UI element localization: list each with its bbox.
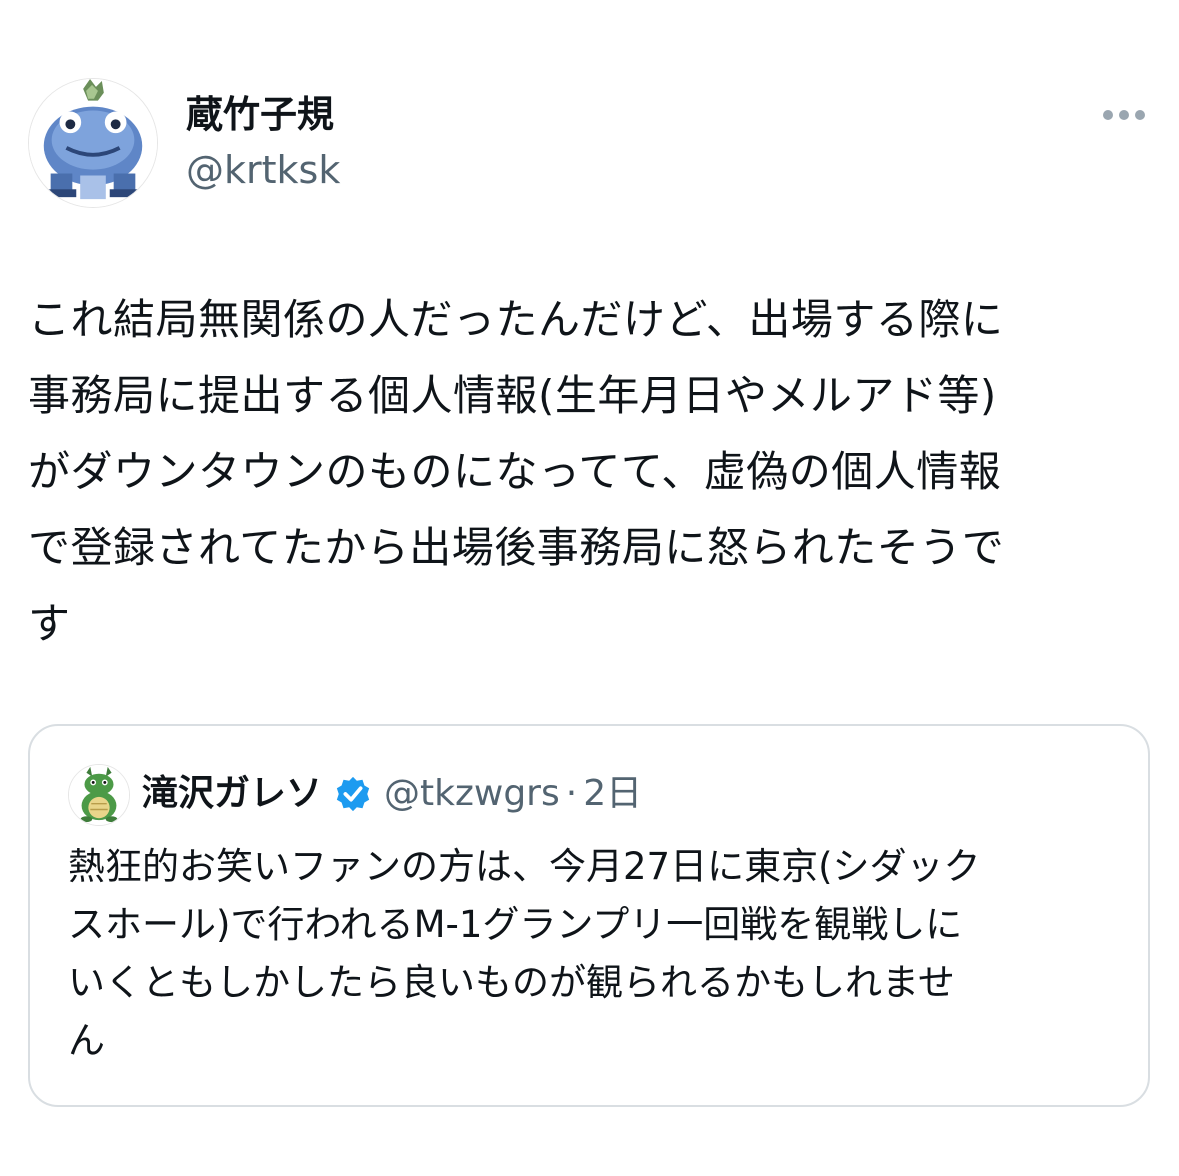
quoted-post-header: 滝沢ガレソ @tkzwgrs · 2日 — [142, 770, 642, 818]
separator-dot: · — [565, 773, 578, 814]
post-text: これ結局無関係の人だったんだけど、出場する際に 事務局に提出する個人情報(生年月… — [28, 295, 1005, 648]
author-avatar[interactable] — [28, 78, 158, 208]
quoted-post-text: 熱狂的お笑いファンの方は、今月27日に東京(シダック スホール)で行われるM-1… — [68, 845, 981, 1062]
quoted-post-card[interactable]: 滝沢ガレソ @tkzwgrs · 2日 熱狂的お笑いファンの方は、今月27日に東… — [28, 724, 1150, 1107]
quoted-author-handle[interactable]: @tkzwgrs — [384, 770, 560, 818]
quoted-author-display-name[interactable]: 滝沢ガレソ — [142, 770, 322, 818]
more-options-button[interactable] — [1098, 100, 1150, 130]
quoted-post-time[interactable]: 2日 — [583, 770, 642, 818]
verified-badge-icon — [334, 775, 372, 813]
tweet: 蔵竹子規 @krtksk これ結局無関係の人だったんだけど、出場する際に 事務局… — [0, 0, 1179, 1176]
author-handle[interactable]: @krtksk — [186, 146, 340, 194]
quoted-author-avatar[interactable] — [68, 764, 130, 826]
author-display-name[interactable]: 蔵竹子規 — [186, 92, 334, 138]
dragon-avatar-icon — [69, 765, 129, 825]
pixel-frog-avatar-icon — [29, 79, 157, 207]
more-options-icon — [1103, 110, 1145, 120]
